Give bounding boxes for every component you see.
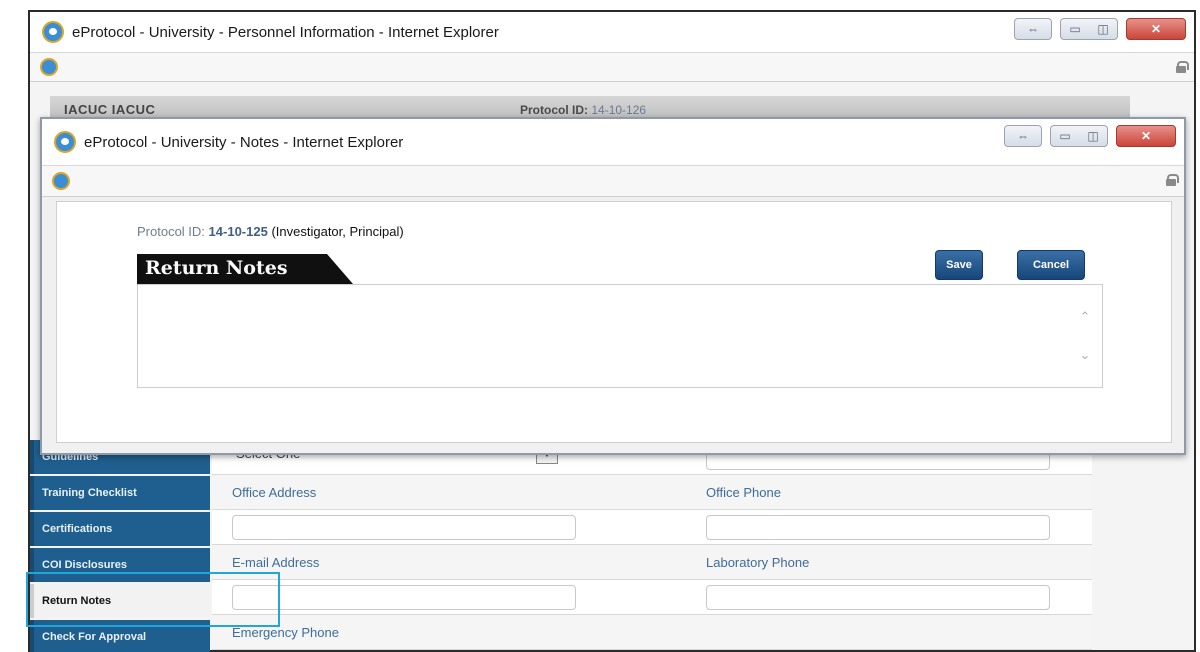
- minimize-maximize-buttons[interactable]: ▭ ◫: [1050, 125, 1108, 147]
- minimize-maximize-buttons[interactable]: ▭ ◫: [1060, 18, 1118, 40]
- minimize-icon[interactable]: ▭: [1059, 129, 1070, 143]
- screenshot-stage: eProtocol - University - Personnel Infor…: [0, 0, 1200, 652]
- office-phone-label: Office Phone: [706, 485, 781, 500]
- header-protocol-id: Protocol ID: 14-10-126: [520, 103, 646, 117]
- sidebar-item-certifications[interactable]: Certifications: [30, 512, 210, 546]
- notes-title-bar[interactable]: eProtocol - University - Notes - Interne…: [42, 119, 1184, 165]
- scroll-up-icon[interactable]: ⌃: [1078, 309, 1092, 324]
- ie-page-icon: [52, 172, 70, 190]
- notes-protocol-label: Protocol ID:: [137, 224, 205, 239]
- maximize-icon[interactable]: ◫: [1097, 22, 1108, 36]
- notes-protocol-line: Protocol ID: 14-10-125 (Investigator, Pr…: [137, 224, 404, 239]
- form-row-email-fields: [212, 580, 1092, 615]
- lock-icon: [1176, 61, 1189, 73]
- notes-window-title: eProtocol - University - Notes - Interne…: [84, 133, 404, 151]
- office-phone-field[interactable]: [706, 515, 1050, 540]
- ie-logo-icon: [42, 21, 64, 43]
- close-button[interactable]: ✕: [1126, 18, 1186, 40]
- sidebar-item-training-checklist[interactable]: Training Checklist: [30, 476, 210, 510]
- ie-logo-icon: [54, 131, 76, 153]
- email-field[interactable]: [232, 585, 576, 610]
- form-row-emergency: Emergency Phone: [212, 615, 1092, 650]
- minimize-icon[interactable]: ▭: [1069, 22, 1080, 36]
- notes-popup-window: eProtocol - University - Notes - Interne…: [40, 117, 1186, 455]
- app-name: IACUC IACUC: [64, 102, 156, 117]
- ie-page-icon: [40, 58, 58, 76]
- restore-tabs-icon[interactable]: ⇔: [1004, 125, 1042, 147]
- notes-close-button[interactable]: ✕: [1116, 125, 1176, 147]
- return-notes-heading: Return Notes: [137, 254, 353, 284]
- scroll-down-icon[interactable]: ⌄: [1078, 347, 1092, 362]
- return-notes-textarea[interactable]: ⌃ ⌄: [137, 284, 1103, 388]
- outer-window-controls: ⇔ ▭ ◫ ✕: [1014, 18, 1186, 40]
- emergency-phone-label: Emergency Phone: [232, 625, 339, 640]
- form-row-office-fields: [212, 510, 1092, 545]
- notes-protocol-value: 14-10-125: [208, 224, 268, 239]
- personnel-form: Select One ▼ Office Address Office Phone…: [212, 440, 1092, 650]
- save-button[interactable]: Save: [935, 250, 983, 280]
- office-address-label: Office Address: [232, 485, 317, 500]
- lock-icon: [1166, 174, 1179, 186]
- notes-body: Protocol ID: 14-10-125 (Investigator, Pr…: [56, 201, 1172, 443]
- lab-phone-field[interactable]: [706, 585, 1050, 610]
- restore-tabs-icon[interactable]: ⇔: [1014, 18, 1052, 40]
- outer-window-title: eProtocol - University - Personnel Infor…: [72, 23, 499, 41]
- maximize-icon[interactable]: ◫: [1087, 129, 1098, 143]
- form-row-office-labels: Office Address Office Phone: [212, 475, 1092, 510]
- notes-address-bar[interactable]: [42, 165, 1184, 197]
- notes-window-controls: ⇔ ▭ ◫ ✕: [1004, 125, 1176, 147]
- header-protocol-value: 14-10-126: [591, 102, 647, 117]
- office-address-field[interactable]: [232, 515, 576, 540]
- return-notes-highlight: [26, 572, 280, 627]
- outer-address-bar[interactable]: [30, 52, 1194, 82]
- cancel-button[interactable]: Cancel: [1017, 250, 1085, 280]
- header-protocol-label: Protocol ID:: [520, 102, 588, 117]
- email-label: E-mail Address: [232, 555, 320, 570]
- lab-phone-label: Laboratory Phone: [706, 555, 810, 570]
- outer-title-bar[interactable]: eProtocol - University - Personnel Infor…: [30, 12, 1194, 52]
- notes-protocol-role: (Investigator, Principal): [271, 224, 404, 239]
- form-row-email-labels: E-mail Address Laboratory Phone: [212, 545, 1092, 580]
